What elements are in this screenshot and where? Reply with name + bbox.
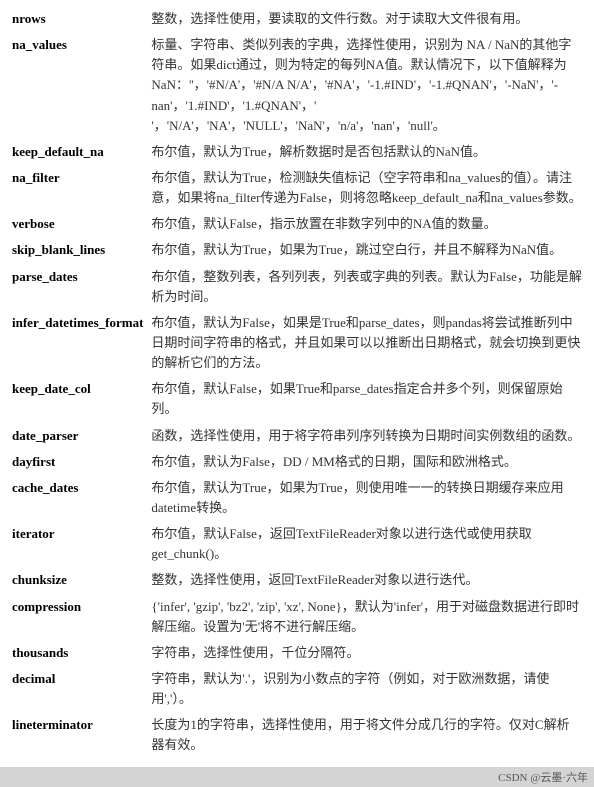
table-row: keep_date_col布尔值，默认False，如果True和parse_da… [8, 376, 586, 422]
table-row: lineterminator长度为1的字符串，选择性使用，用于将文件分成几行的字… [8, 712, 586, 758]
table-row: date_parser函数，选择性使用，用于将字符串列序列转换为日期时间实例数组… [8, 423, 586, 449]
param-name: na_values [8, 32, 147, 139]
param-desc: 布尔值，默认False，返回TextFileReader对象以进行迭代或使用获取… [147, 521, 586, 567]
param-name: decimal [8, 666, 147, 712]
param-desc: 函数，选择性使用，用于将字符串列序列转换为日期时间实例数组的函数。 [147, 423, 586, 449]
table-row: parse_dates布尔值，整数列表，各列列表，列表或字典的列表。默认为Fal… [8, 264, 586, 310]
table-row: na_values标量、字符串、类似列表的字典，选择性使用，识别为 NA / N… [8, 32, 586, 139]
param-desc: 布尔值，默认为True，如果为True，则使用唯一一的转换日期缓存来应用date… [147, 475, 586, 521]
table-row: verbose布尔值，默认False，指示放置在非数字列中的NA值的数量。 [8, 211, 586, 237]
footer-bar: CSDN @云墨·六年 [0, 767, 594, 787]
param-name: compression [8, 594, 147, 640]
param-desc: 布尔值，整数列表，各列列表，列表或字典的列表。默认为False，功能是解析为时间… [147, 264, 586, 310]
table-row: thousands字符串，选择性使用，千位分隔符。 [8, 640, 586, 666]
param-desc: 布尔值，默认为False，如果是True和parse_dates，则pandas… [147, 310, 586, 376]
param-name: chunksize [8, 567, 147, 593]
table-row: cache_dates布尔值，默认为True，如果为True，则使用唯一一的转换… [8, 475, 586, 521]
table-row: dayfirst布尔值，默认为False，DD / MM格式的日期，国际和欧洲格… [8, 449, 586, 475]
main-container: nrows整数，选择性使用，要读取的文件行数。对于读取大文件很有用。na_val… [0, 0, 594, 765]
params-table: nrows整数，选择性使用，要读取的文件行数。对于读取大文件很有用。na_val… [8, 6, 586, 759]
table-row: iterator布尔值，默认False，返回TextFileReader对象以进… [8, 521, 586, 567]
param-desc: 布尔值，默认为True，检测缺失值标记（空字符串和na_values的值）。请注… [147, 165, 586, 211]
param-desc: 布尔值，默认False，指示放置在非数字列中的NA值的数量。 [147, 211, 586, 237]
table-row: decimal字符串，默认为'.'，识别为小数点的字符（例如，对于欧洲数据，请使… [8, 666, 586, 712]
table-row: chunksize整数，选择性使用，返回TextFileReader对象以进行迭… [8, 567, 586, 593]
param-name: skip_blank_lines [8, 237, 147, 263]
table-row: nrows整数，选择性使用，要读取的文件行数。对于读取大文件很有用。 [8, 6, 586, 32]
param-desc: 标量、字符串、类似列表的字典，选择性使用，识别为 NA / NaN的其他字符串。… [147, 32, 586, 139]
param-name: date_parser [8, 423, 147, 449]
param-name: lineterminator [8, 712, 147, 758]
param-name: parse_dates [8, 264, 147, 310]
param-desc: 布尔值，默认为True，解析数据时是否包括默认的NaN值。 [147, 139, 586, 165]
param-desc: 布尔值，默认为True，如果为True，跳过空白行，并且不解释为NaN值。 [147, 237, 586, 263]
param-name: infer_datetimes_format [8, 310, 147, 376]
param-desc: 字符串，选择性使用，千位分隔符。 [147, 640, 586, 666]
footer-text: CSDN @云墨·六年 [498, 772, 588, 784]
param-name: keep_default_na [8, 139, 147, 165]
param-desc: 整数，选择性使用，要读取的文件行数。对于读取大文件很有用。 [147, 6, 586, 32]
param-name: keep_date_col [8, 376, 147, 422]
table-row: keep_default_na布尔值，默认为True，解析数据时是否包括默认的N… [8, 139, 586, 165]
param-desc: 长度为1的字符串，选择性使用，用于将文件分成几行的字符。仅对C解析器有效。 [147, 712, 586, 758]
param-name: dayfirst [8, 449, 147, 475]
param-name: na_filter [8, 165, 147, 211]
param-name: verbose [8, 211, 147, 237]
param-desc: 整数，选择性使用，返回TextFileReader对象以进行迭代。 [147, 567, 586, 593]
param-name: thousands [8, 640, 147, 666]
param-name: cache_dates [8, 475, 147, 521]
table-row: compression{'infer', 'gzip', 'bz2', 'zip… [8, 594, 586, 640]
param-desc: 布尔值，默认False，如果True和parse_dates指定合并多个列，则保… [147, 376, 586, 422]
param-desc: 布尔值，默认为False，DD / MM格式的日期，国际和欧洲格式。 [147, 449, 586, 475]
param-name: iterator [8, 521, 147, 567]
param-name: nrows [8, 6, 147, 32]
param-desc: {'infer', 'gzip', 'bz2', 'zip', 'xz', No… [147, 594, 586, 640]
param-desc: 字符串，默认为'.'，识别为小数点的字符（例如，对于欧洲数据，请使用','）。 [147, 666, 586, 712]
table-row: na_filter布尔值，默认为True，检测缺失值标记（空字符串和na_val… [8, 165, 586, 211]
table-row: infer_datetimes_format布尔值，默认为False，如果是Tr… [8, 310, 586, 376]
table-row: skip_blank_lines布尔值，默认为True，如果为True，跳过空白… [8, 237, 586, 263]
